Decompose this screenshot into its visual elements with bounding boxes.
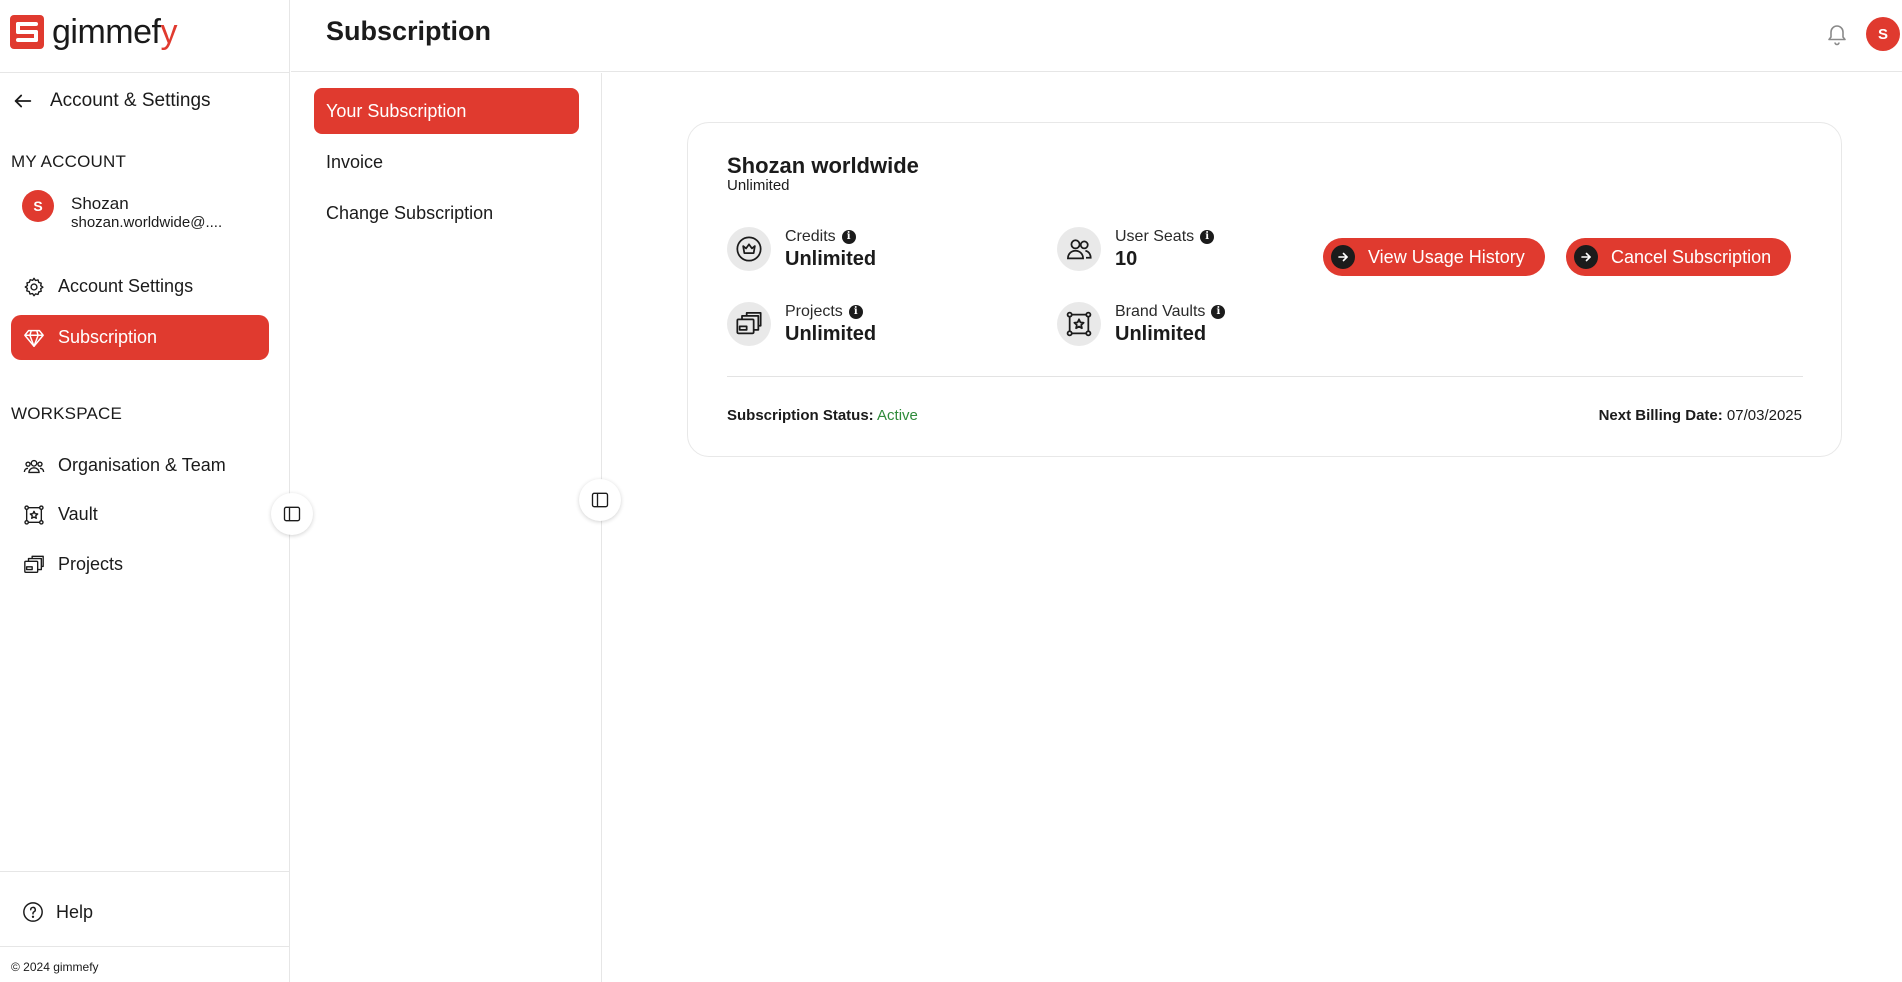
sidebar-toggle-icon [591, 492, 609, 508]
users-icon [1057, 227, 1101, 271]
vault-icon [1057, 302, 1101, 346]
stat-label: Projects [785, 303, 843, 320]
status-label: Subscription Status: [727, 407, 874, 424]
divider [0, 72, 290, 73]
sidebar-item-organisation-team[interactable]: Organisation & Team [11, 443, 269, 488]
stat-label: User Seats [1115, 228, 1195, 245]
section-label-my-account: MY ACCOUNT [11, 152, 127, 171]
subnav-change-subscription[interactable]: Change Subscription [314, 190, 579, 236]
plan-name: Shozan worldwide [727, 153, 919, 178]
subnav-invoice[interactable]: Invoice [314, 139, 579, 185]
brand-logo[interactable]: gimmefy [10, 12, 177, 52]
stat-brand-vaults: Brand Vaults i Unlimited [1057, 302, 1226, 346]
top-header: Subscription S [291, 0, 1902, 72]
sidebar-item-label: Subscription [58, 327, 158, 347]
section-label-workspace: WORKSPACE [11, 404, 123, 423]
stat-projects: Projects i Unlimited [727, 302, 876, 346]
stat-label: Credits [785, 228, 836, 245]
billing-value: 07/03/2025 [1726, 407, 1802, 424]
avatar: S [22, 190, 54, 222]
diamond-icon [22, 326, 46, 350]
projects-icon [727, 302, 771, 346]
crown-icon [727, 227, 771, 271]
sidebar: gimmefy Account & Settings MY ACCOUNT S … [0, 0, 290, 982]
sidebar-item-label: Projects [58, 554, 124, 574]
button-label: Cancel Subscription [1611, 246, 1772, 267]
info-icon[interactable]: i [1211, 305, 1226, 319]
plan-tier: Unlimited [727, 177, 790, 194]
info-icon[interactable]: i [848, 305, 863, 319]
stat-label: Brand Vaults [1115, 303, 1206, 320]
subnav-your-subscription[interactable]: Your Subscription [314, 88, 579, 134]
sidebar-item-vault[interactable]: Vault [11, 492, 269, 537]
sidebar-item-account-settings[interactable]: Account Settings [11, 264, 269, 309]
logo-mark-icon [10, 15, 44, 49]
stat-value: Unlimited [785, 323, 877, 345]
view-usage-history-button[interactable]: View Usage History [1323, 238, 1545, 276]
stat-value: Unlimited [1115, 323, 1207, 345]
billing-label: Next Billing Date: [1598, 407, 1723, 424]
subscription-subnav: Your Subscription Invoice Change Subscri… [291, 73, 602, 982]
vault-icon [22, 503, 46, 527]
user-name: Shozan [71, 194, 129, 213]
notification-bell-icon[interactable] [1825, 22, 1849, 46]
help-link[interactable]: Help [22, 901, 93, 923]
arrow-left-icon [14, 94, 32, 108]
stat-value: Unlimited [785, 248, 877, 270]
sidebar-item-label: Vault [58, 504, 98, 524]
user-avatar-button[interactable]: S [1866, 17, 1900, 51]
info-icon[interactable]: i [1200, 230, 1215, 244]
sidebar-item-subscription[interactable]: Subscription [11, 315, 269, 360]
back-to-account-settings[interactable]: Account & Settings [12, 88, 211, 114]
team-icon [22, 454, 46, 478]
subscription-card: Shozan worldwide Unlimited Credits i Unli… [687, 122, 1842, 457]
info-icon[interactable]: i [841, 230, 856, 244]
help-label: Help [56, 901, 94, 922]
collapse-subnav-button[interactable] [579, 479, 621, 521]
copyright: © 2024 gimmefy [11, 960, 99, 974]
page-title: Subscription [326, 16, 492, 46]
subscription-status: Subscription Status: Active [727, 407, 918, 424]
sidebar-item-projects[interactable]: Projects [11, 542, 269, 587]
gear-icon [22, 275, 46, 299]
next-billing-date: Next Billing Date: 07/03/2025 [1599, 407, 1802, 424]
arrow-right-icon [1574, 245, 1598, 269]
sidebar-item-label: Organisation & Team [58, 455, 226, 475]
back-label: Account & Settings [50, 90, 211, 111]
stat-credits: Credits i Unlimited [727, 227, 876, 271]
stat-value: 10 [1115, 248, 1138, 270]
button-label: View Usage History [1368, 246, 1525, 267]
arrow-right-icon [1331, 245, 1355, 269]
logo-text: gimmefy [52, 13, 177, 51]
sidebar-item-label: Account Settings [58, 276, 194, 296]
user-email: shozan.worldwide@.... [71, 214, 223, 231]
help-icon [23, 902, 43, 922]
divider [727, 376, 1803, 377]
cancel-subscription-button[interactable]: Cancel Subscription [1566, 238, 1792, 276]
status-badge: Active [877, 407, 918, 424]
divider [0, 946, 290, 947]
user-profile[interactable]: S Shozan shozan.worldwide@.... [22, 190, 222, 232]
divider [0, 871, 290, 872]
stat-user-seats: User Seats i 10 [1057, 227, 1215, 271]
projects-icon [22, 553, 46, 577]
